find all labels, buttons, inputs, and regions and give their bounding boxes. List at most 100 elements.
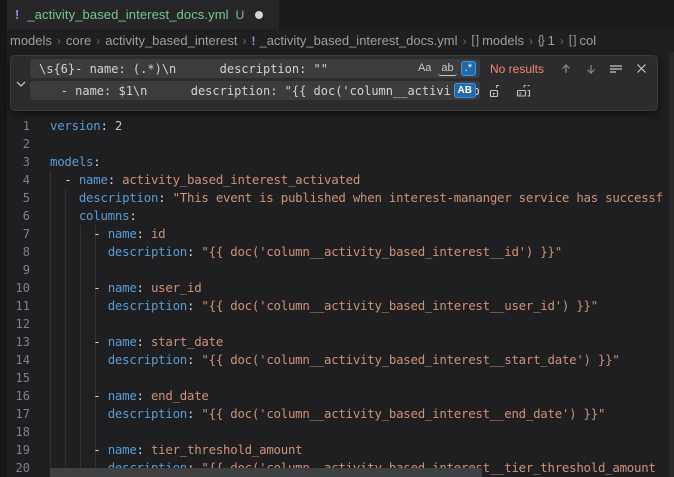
code-line-9[interactable]: 9	[7, 261, 674, 279]
breadcrumb-separator-icon: ›	[555, 34, 569, 48]
breadcrumb-item-_activity_based_interest_docs.yml[interactable]: ! _activity_based_interest_docs.yml	[251, 33, 457, 48]
line-number: 7	[7, 225, 30, 243]
breadcrumb-separator-icon: ›	[91, 34, 105, 48]
code-line-4[interactable]: 4 - name: activity_based_interest_activa…	[7, 171, 674, 189]
tab-active-file[interactable]: ! _activity_based_interest_docs.yml U	[7, 0, 279, 29]
yaml-file-icon: !	[15, 7, 19, 22]
breadcrumb-item-models[interactable]: models	[10, 33, 52, 48]
code-line-19[interactable]: 19 - name: tier_threshold_amount	[7, 441, 674, 459]
breadcrumb-label: col	[580, 33, 597, 48]
code-text: - name: user_id	[50, 279, 201, 297]
code-line-10[interactable]: 10 - name: user_id	[7, 279, 674, 297]
code-text: models:	[50, 153, 100, 171]
breadcrumb-label: 1	[548, 33, 555, 48]
line-number: 6	[7, 207, 30, 225]
code-text: - name: id	[50, 225, 165, 243]
line-number: 20	[7, 459, 30, 477]
toggle-replace-button[interactable]	[13, 76, 29, 92]
code-text: description: "{{ doc('column__activity_b…	[50, 351, 620, 369]
line-number: 5	[7, 189, 30, 207]
code-line-6[interactable]: 6 columns:	[7, 207, 674, 225]
replace-all-icon[interactable]	[513, 82, 533, 100]
preserve-case-toggle[interactable]: AB	[454, 83, 476, 98]
breadcrumb-separator-icon: ›	[457, 34, 471, 48]
breadcrumb-item-col[interactable]: [ ] col	[569, 33, 596, 48]
line-number: 3	[7, 153, 30, 171]
breadcrumb-separator-icon: ›	[52, 34, 66, 48]
code-text: - name: activity_based_interest_activate…	[50, 171, 360, 189]
object-symbol-icon: {}	[538, 35, 544, 47]
line-number: 8	[7, 243, 30, 261]
code-line-14[interactable]: 14 description: "{{ doc('column__activit…	[7, 351, 674, 369]
code-line-5[interactable]: 5 description: "This event is published …	[7, 189, 674, 207]
find-replace-widget: \s{6}- name: (.*)\n description: "" Aa a…	[10, 55, 658, 111]
vscode-window: ! _activity_based_interest_docs.yml U mo…	[0, 0, 674, 477]
code-line-8[interactable]: 8 description: "{{ doc('column__activity…	[7, 243, 674, 261]
code-text: - name: end_date	[50, 387, 209, 405]
code-line-17[interactable]: 17 description: "{{ doc('column__activit…	[7, 405, 674, 423]
modified-dot-icon[interactable]	[255, 11, 263, 19]
find-query-text: \s{6}- name: (.*)\n description: ""	[30, 62, 328, 76]
code-text: columns:	[50, 207, 137, 225]
code-text: description: "{{ doc('column__activity_b…	[50, 297, 598, 315]
breadcrumb-item-core[interactable]: core	[66, 33, 91, 48]
breadcrumb: models›core›activity_based_interest›!_ac…	[7, 29, 674, 52]
code-text: description: "{{ doc('column__activity_b…	[50, 243, 562, 261]
git-untracked-badge: U	[236, 8, 245, 22]
code-lines: 1version: 223models:4 - name: activity_b…	[7, 117, 674, 477]
line-number: 15	[7, 369, 30, 387]
next-match-button[interactable]	[581, 60, 601, 78]
previous-match-button[interactable]	[556, 60, 576, 78]
replace-input[interactable]: - name: $1\n description: "{{ doc('colum…	[30, 81, 480, 100]
breadcrumb-label: models	[10, 33, 52, 48]
code-text: description: "{{ doc('column__activity_b…	[50, 405, 605, 423]
find-results-status: No results	[490, 62, 544, 76]
breadcrumb-label: core	[66, 33, 91, 48]
code-line-12[interactable]: 12	[7, 315, 674, 333]
code-line-15[interactable]: 15	[7, 369, 674, 387]
breadcrumb-label: _activity_based_interest_docs.yml	[259, 33, 457, 48]
line-number: 11	[7, 297, 30, 315]
code-text: - name: start_date	[50, 333, 223, 351]
array-symbol-icon: [ ]	[471, 35, 478, 47]
replace-icon[interactable]	[486, 82, 506, 100]
regex-toggle[interactable]: .*	[461, 61, 476, 76]
breadcrumb-label: activity_based_interest	[105, 33, 237, 48]
find-in-selection-icon[interactable]	[606, 60, 626, 78]
breadcrumb-separator-icon: ›	[524, 34, 538, 48]
breadcrumb-item-1[interactable]: {} 1	[538, 33, 555, 48]
breadcrumb-separator-icon: ›	[237, 34, 251, 48]
breadcrumb-label: models	[482, 33, 524, 48]
code-line-3[interactable]: 3 models:	[7, 153, 674, 171]
window-left-edge	[0, 0, 7, 477]
line-number: 16	[7, 387, 30, 405]
line-number: 10	[7, 279, 30, 297]
close-icon[interactable]	[631, 60, 651, 78]
line-number: 13	[7, 333, 30, 351]
code-line-16[interactable]: 16 - name: end_date	[7, 387, 674, 405]
line-number: 14	[7, 351, 30, 369]
yaml-symbol-icon: !	[251, 34, 255, 48]
line-number: 2	[7, 135, 30, 153]
code-line-18[interactable]: 18	[7, 423, 674, 441]
whole-word-toggle[interactable]: ab	[438, 62, 456, 76]
editor-pane[interactable]: 1version: 223models:4 - name: activity_b…	[7, 52, 674, 477]
code-line-11[interactable]: 11 description: "{{ doc('column__activit…	[7, 297, 674, 315]
line-number: 19	[7, 441, 30, 459]
code-line-2[interactable]: 2	[7, 135, 674, 153]
line-number: 4	[7, 171, 30, 189]
line-number: 9	[7, 261, 30, 279]
horizontal-scrollbar[interactable]	[50, 468, 482, 477]
breadcrumb-item-models[interactable]: [ ] models	[471, 33, 524, 48]
find-input[interactable]: \s{6}- name: (.*)\n description: "" Aa a…	[30, 59, 480, 78]
breadcrumb-item-activity_based_interest[interactable]: activity_based_interest	[105, 33, 237, 48]
code-line-1[interactable]: 1 version: 2	[7, 117, 674, 135]
line-number: 1	[7, 117, 30, 135]
code-text: description: "This event is published wh…	[50, 189, 663, 207]
code-line-13[interactable]: 13 - name: start_date	[7, 333, 674, 351]
code-text: version: 2	[50, 117, 122, 135]
code-line-7[interactable]: 7 - name: id	[7, 225, 674, 243]
array-symbol-icon: [ ]	[569, 35, 576, 47]
match-case-toggle[interactable]: Aa	[415, 61, 434, 76]
line-number: 17	[7, 405, 30, 423]
